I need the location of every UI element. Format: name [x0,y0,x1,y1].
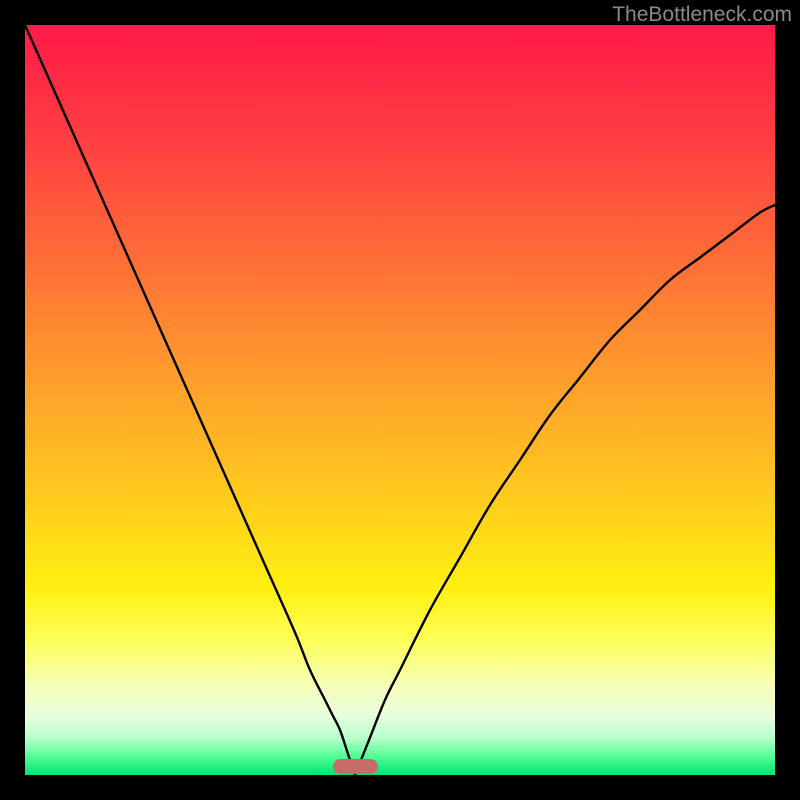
watermark-text: TheBottleneck.com [612,3,792,27]
chart-frame: TheBottleneck.com [0,0,800,800]
optimal-marker [333,759,378,774]
bottleneck-curve [25,25,775,775]
plot-area [25,25,775,775]
